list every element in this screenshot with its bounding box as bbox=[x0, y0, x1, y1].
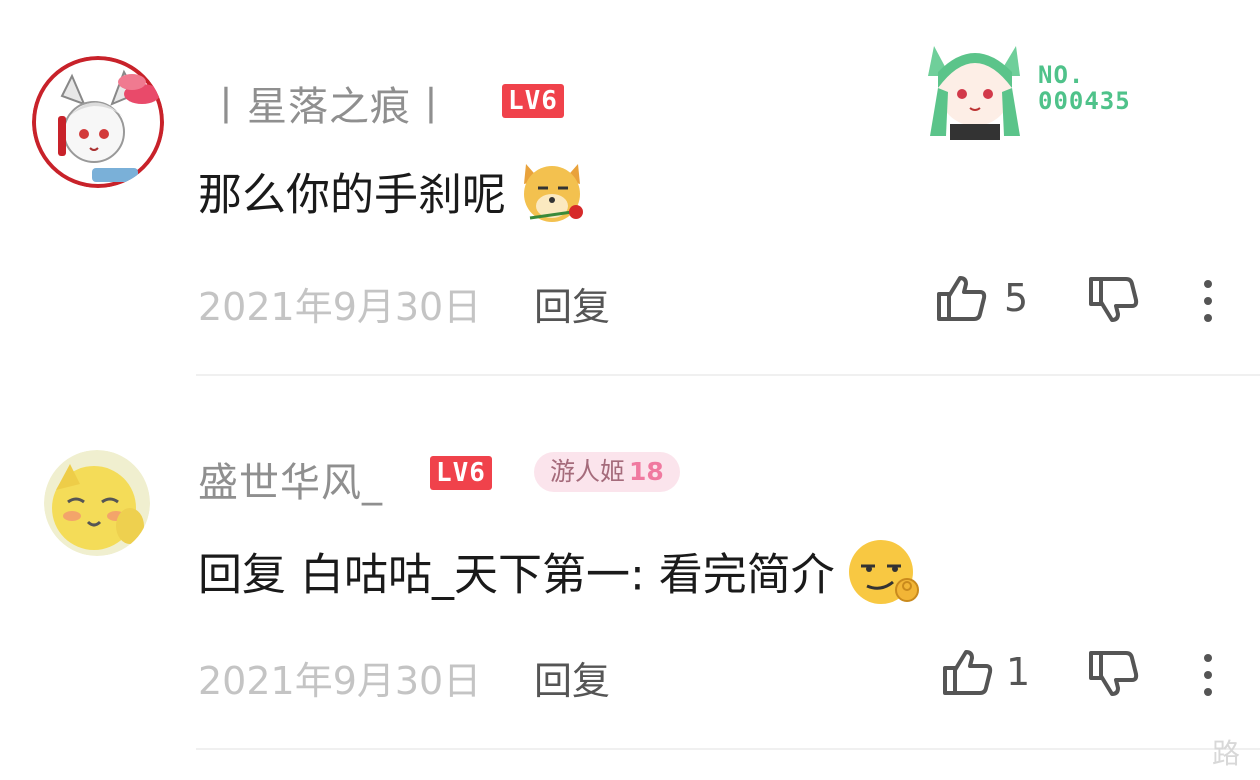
fan-character-icon bbox=[928, 46, 1020, 140]
user-level-badge: LV6 bbox=[502, 84, 564, 118]
user-avatar[interactable] bbox=[32, 56, 164, 188]
smirk-emoji-icon bbox=[845, 536, 923, 619]
comment-date: 2021年9月30日 bbox=[198, 285, 482, 329]
like-count: 5 bbox=[1004, 276, 1029, 320]
medal-level: 18 bbox=[629, 457, 664, 486]
fan-number-text: NO. 000435 bbox=[1038, 61, 1131, 115]
fan-medal-badge[interactable]: 游人姬 18 bbox=[534, 452, 680, 492]
user-level-badge: LV6 bbox=[430, 456, 492, 490]
doge-emoji-icon bbox=[516, 156, 588, 239]
fan-number-badge: NO. 000435 bbox=[920, 32, 1160, 142]
reply-button[interactable]: 回复 bbox=[534, 650, 610, 705]
comment-item: 盛世华风_ LV6 游人姬 18 回复 白咕咕_天下第一: 看完简介 2021年9… bbox=[0, 376, 1260, 752]
like-icon[interactable] bbox=[942, 648, 994, 700]
divider bbox=[196, 748, 1260, 750]
comment-text: 那么你的手刹呢 bbox=[198, 156, 588, 239]
comment-item: 丨星落之痕丨 LV6 NO. 000435 那么你的手刹呢 2021年9月30日… bbox=[0, 0, 1260, 376]
comment-date: 2021年9月30日 bbox=[198, 659, 482, 703]
reply-button[interactable]: 回复 bbox=[534, 276, 610, 331]
dislike-icon[interactable] bbox=[1088, 650, 1140, 702]
user-avatar[interactable] bbox=[44, 450, 150, 556]
watermark-text: 路 bbox=[1211, 737, 1240, 770]
more-options-icon[interactable] bbox=[1203, 280, 1213, 331]
more-options-icon[interactable] bbox=[1203, 654, 1213, 705]
comment-text: 回复 白咕咕_天下第一: 看完简介 bbox=[198, 536, 923, 619]
username[interactable]: 丨星落之痕丨 bbox=[206, 74, 452, 132]
medal-name: 游人姬 bbox=[550, 457, 626, 486]
dislike-icon[interactable] bbox=[1088, 276, 1140, 328]
like-count: 1 bbox=[1006, 650, 1031, 694]
username[interactable]: 盛世华风_ bbox=[198, 450, 383, 508]
like-icon[interactable] bbox=[936, 274, 988, 326]
